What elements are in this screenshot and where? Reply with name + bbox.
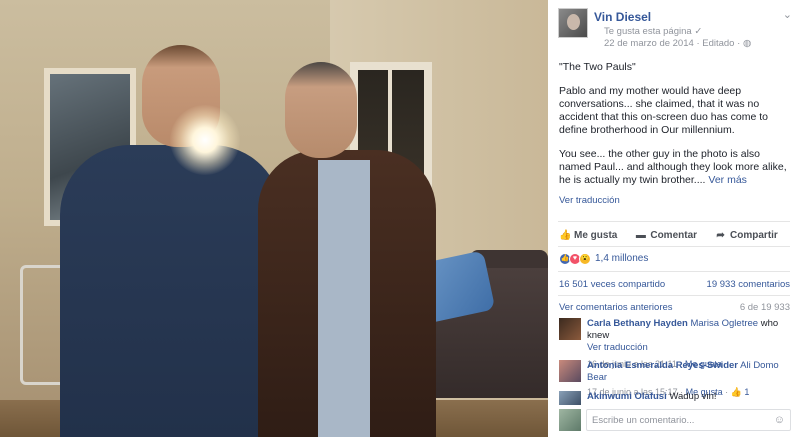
current-user-avatar (559, 409, 581, 431)
post-header: Vin Diesel Te gusta esta página ✓ 22 de … (558, 8, 792, 49)
divider (558, 295, 790, 296)
reactions-summary[interactable]: 👍 ♥ 😮 1,4 millones (559, 252, 648, 265)
shares-count-link[interactable]: 16 501 veces compartido (559, 279, 665, 290)
divider (558, 271, 790, 272)
post-side-panel: Vin Diesel Te gusta esta página ✓ 22 de … (548, 0, 800, 437)
light-flare (170, 105, 240, 175)
page-avatar[interactable] (558, 8, 588, 38)
comment-label: Comentar (650, 229, 698, 241)
comment-input[interactable] (592, 413, 762, 428)
post-paragraph: Pablo and my mother would have deep conv… (559, 85, 768, 136)
comment-input-box[interactable]: ☺ (586, 409, 791, 431)
page-name-link[interactable]: Vin Diesel (594, 10, 651, 24)
post-meta: 22 de marzo de 2014 · Editado · ◍ (604, 38, 751, 49)
commenter-name[interactable]: Antonia Esmeralda Reyes-Swider (587, 360, 738, 371)
commenter-avatar[interactable] (559, 318, 581, 340)
see-translation-link[interactable]: Ver traducción (559, 195, 620, 206)
comments-range: 6 de 19 933 (739, 302, 790, 313)
comment-composer: ☺ (559, 409, 793, 431)
post-paragraph: "The Two Pauls" (559, 61, 636, 73)
share-button[interactable]: ➦ Compartir (715, 227, 778, 243)
like-label: Me gusta (574, 229, 618, 241)
meta-separator: · (696, 38, 700, 49)
chevron-down-icon[interactable]: ⌄ (783, 8, 792, 21)
commenter-avatar[interactable] (559, 360, 581, 382)
commenter-name[interactable]: Carla Bethany Hayden (587, 318, 688, 329)
previous-comments-row: Ver comentarios anteriores 6 de 19 933 (559, 302, 790, 313)
person-right-shirt (318, 160, 370, 437)
liked-label: Te gusta esta página (604, 26, 692, 37)
edited-link[interactable]: Editado (702, 38, 734, 49)
reactions-count[interactable]: 1,4 millones (595, 253, 648, 264)
post-actions-bar: 👍 Me gusta ▬ Comentar ➦ Compartir (559, 227, 791, 243)
view-previous-comments-link[interactable]: Ver comentarios anteriores (559, 302, 673, 313)
globe-icon[interactable]: ◍ (743, 38, 751, 49)
divider (558, 246, 790, 247)
post-photo[interactable] (0, 0, 548, 437)
post-text: "The Two Pauls" Pablo and my mother woul… (559, 61, 794, 198)
commenter-avatar[interactable] (559, 391, 581, 405)
wow-reaction-icon: 😮 (579, 252, 591, 265)
comment-bubble-icon: ▬ (635, 229, 646, 241)
page-liked-status[interactable]: Te gusta esta página ✓ (604, 26, 702, 37)
post-stats: 16 501 veces compartido 19 933 comentari… (559, 279, 790, 290)
person-left-body (60, 145, 282, 437)
see-more-link[interactable]: Ver más (708, 174, 747, 186)
tagged-user[interactable]: Marisa Ogletree (690, 318, 758, 329)
share-arrow-icon: ➦ (716, 229, 725, 241)
emoji-icon[interactable]: ☺ (774, 414, 785, 426)
share-label: Compartir (730, 229, 778, 241)
check-icon: ✓ (694, 26, 703, 37)
person-right-head (285, 62, 357, 158)
post-paragraph-text: You see... the other guy in the photo is… (559, 147, 787, 186)
comment-translate-link[interactable]: Ver traducción (587, 342, 648, 353)
comment-text: Wadup vin! (669, 391, 717, 402)
post-date-link[interactable]: 22 de marzo de 2014 (604, 38, 694, 49)
post-paragraph-last: You see... the other guy in the photo is… (559, 148, 794, 186)
comment-button[interactable]: ▬ Comentar (635, 227, 697, 243)
commenter-name[interactable]: Akinwumi Olafusi (587, 391, 667, 402)
comments-count-link[interactable]: 19 933 comentarios (707, 279, 790, 290)
thumbs-up-icon: 👍 (559, 229, 572, 241)
comment-body: Akinwumi Olafusi Wadup vin! (587, 391, 793, 403)
divider (558, 221, 790, 222)
like-button[interactable]: 👍 Me gusta (559, 227, 617, 243)
meta-separator-2: · (737, 38, 741, 49)
